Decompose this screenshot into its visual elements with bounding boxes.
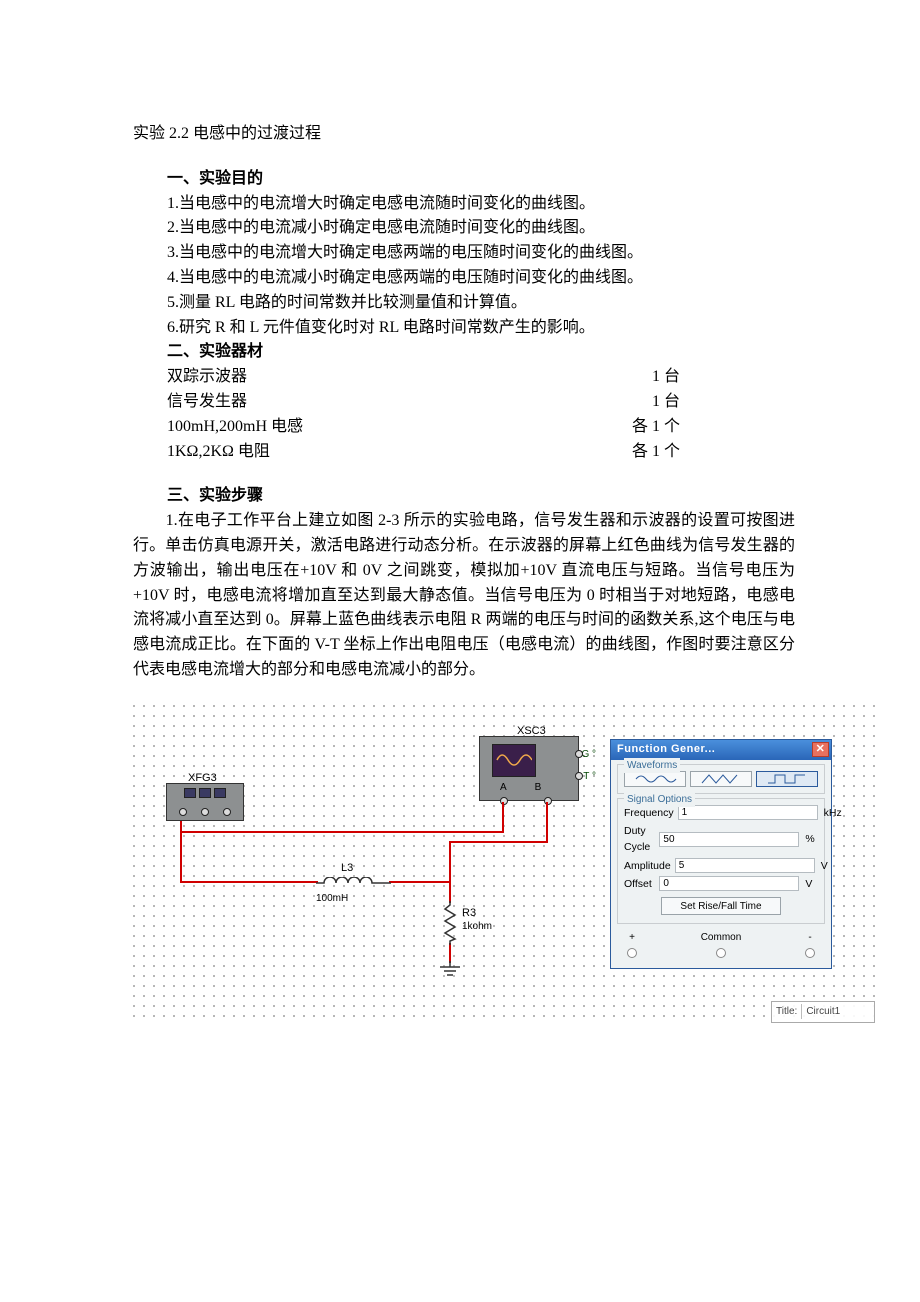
equipment-row: 双踪示波器 1 台 xyxy=(167,365,795,390)
wire xyxy=(180,881,318,883)
offset-label: Offset xyxy=(624,876,655,892)
r3-value: 1kohm xyxy=(462,919,492,935)
dialog-title: Function Gener... xyxy=(617,741,715,758)
wire xyxy=(502,802,504,833)
sine-icon xyxy=(496,750,532,770)
wire xyxy=(389,881,451,883)
wire xyxy=(449,841,548,843)
signal-options-fieldset: Signal Options Frequency kHz Duty Cycle … xyxy=(617,798,825,924)
equipment-name: 100mH,200mH 电感 xyxy=(167,415,303,440)
frequency-input[interactable] xyxy=(678,805,818,820)
equipment-name: 1KΩ,2KΩ 电阻 xyxy=(167,440,270,465)
inductor-l3[interactable] xyxy=(316,877,391,889)
terminal-minus-radio[interactable] xyxy=(805,948,815,958)
canvas-title-value: Circuit1 xyxy=(806,1004,840,1020)
xfg3-wave-button[interactable] xyxy=(199,788,211,798)
terminal-plus-radio[interactable] xyxy=(627,948,637,958)
goal-item: 5.测量 RL 电路的时间常数并比较测量值和计算值。 xyxy=(167,291,795,316)
equipment-name: 双踪示波器 xyxy=(167,365,247,390)
xfg3-port-plus[interactable] xyxy=(179,808,187,816)
offset-unit: V xyxy=(803,876,818,892)
section1-heading: 一、实验目的 xyxy=(167,167,795,192)
equipment-qty: 各 1 个 xyxy=(632,415,795,440)
xfg3-port-common[interactable] xyxy=(201,808,209,816)
goal-item: 4.当电感中的电流减小时确定电感两端的电压随时间变化的曲线图。 xyxy=(167,266,795,291)
resistor-r3[interactable] xyxy=(443,901,457,945)
goal-item: 3.当电感中的电流增大时确定电感两端的电压随时间变化的曲线图。 xyxy=(167,241,795,266)
square-icon xyxy=(757,773,817,785)
terminal-plus-label: + xyxy=(629,930,635,946)
duty-label: Duty Cycle xyxy=(624,823,655,856)
waveform-triangle-button[interactable] xyxy=(690,771,752,787)
equipment-row: 1KΩ,2KΩ 电阻 各 1 个 xyxy=(167,440,795,465)
scope-port-ext[interactable] xyxy=(575,750,583,758)
xfg3-wave-button[interactable] xyxy=(184,788,196,798)
scope-ext-t-label: T ° xyxy=(583,769,596,785)
xfg3-port-minus[interactable] xyxy=(223,808,231,816)
scope-screen xyxy=(492,744,536,777)
scope-port-t[interactable] xyxy=(575,772,583,780)
waveform-square-button[interactable] xyxy=(756,771,818,787)
wire xyxy=(449,841,451,883)
function-generator-xfg3[interactable] xyxy=(166,783,244,821)
step1-paragraph: 1.在电子工作平台上建立如图 2-3 所示的实验电路，信号发生器和示波器的设置可… xyxy=(133,509,795,683)
dialog-titlebar[interactable]: Function Gener... ✕ xyxy=(611,740,831,760)
equipment-qty: 1 台 xyxy=(652,390,795,415)
terminal-minus-label: - xyxy=(808,930,811,946)
experiment-title: 实验 2.2 电感中的过渡过程 xyxy=(133,122,795,147)
l3-label: L3 xyxy=(341,860,353,877)
wire xyxy=(449,943,451,963)
offset-input[interactable] xyxy=(659,876,799,891)
amplitude-input[interactable] xyxy=(675,858,815,873)
section3-heading: 三、实验步骤 xyxy=(167,484,795,509)
oscilloscope-xsc3[interactable]: G ° T ° A B xyxy=(479,736,579,801)
function-generator-dialog[interactable]: Function Gener... ✕ Waveforms xyxy=(610,739,832,969)
xfg3-wave-button[interactable] xyxy=(214,788,226,798)
ground-symbol xyxy=(439,961,461,979)
wire xyxy=(449,881,451,903)
close-button[interactable]: ✕ xyxy=(812,742,829,757)
goal-item: 2.当电感中的电流减小时确定电感电流随时间变化的曲线图。 xyxy=(167,216,795,241)
scope-ext-g-label: G ° xyxy=(581,747,596,763)
l3-value: 100mH xyxy=(316,891,348,907)
signal-legend: Signal Options xyxy=(624,792,695,808)
goal-item: 1.当电感中的电流增大时确定电感电流随时间变化的曲线图。 xyxy=(167,192,795,217)
amplitude-unit: V xyxy=(819,858,828,874)
waveforms-fieldset: Waveforms xyxy=(617,764,825,794)
set-rise-fall-button[interactable]: Set Rise/Fall Time xyxy=(661,897,781,915)
equipment-qty: 1 台 xyxy=(652,365,795,390)
terminal-common-label: Common xyxy=(701,930,742,946)
amplitude-label: Amplitude xyxy=(624,858,671,874)
wire xyxy=(180,831,504,833)
duty-unit: % xyxy=(803,831,818,847)
triangle-icon xyxy=(691,773,751,785)
section2-heading: 二、实验器材 xyxy=(167,340,795,365)
duty-input[interactable] xyxy=(659,832,799,847)
equipment-name: 信号发生器 xyxy=(167,390,247,415)
goal-item: 6.研究 R 和 L 元件值变化时对 RL 电路时间常数产生的影响。 xyxy=(167,316,795,341)
canvas-title-label: Title: xyxy=(776,1004,802,1020)
scope-b-label: B xyxy=(535,780,542,796)
waveforms-legend: Waveforms xyxy=(624,758,680,774)
terminal-common-radio[interactable] xyxy=(716,948,726,958)
equipment-row: 信号发生器 1 台 xyxy=(167,390,795,415)
frequency-unit: kHz xyxy=(822,805,842,821)
canvas-title-block: Title: Circuit1 xyxy=(771,1001,875,1023)
close-icon: ✕ xyxy=(816,744,826,755)
circuit-canvas: XFG3 XSC3 G ° T ° A xyxy=(133,705,877,1025)
equipment-row: 100mH,200mH 电感 各 1 个 xyxy=(167,415,795,440)
scope-a-label: A xyxy=(500,780,507,796)
wire xyxy=(546,802,548,843)
equipment-qty: 各 1 个 xyxy=(632,440,795,465)
sine-icon xyxy=(625,773,685,785)
